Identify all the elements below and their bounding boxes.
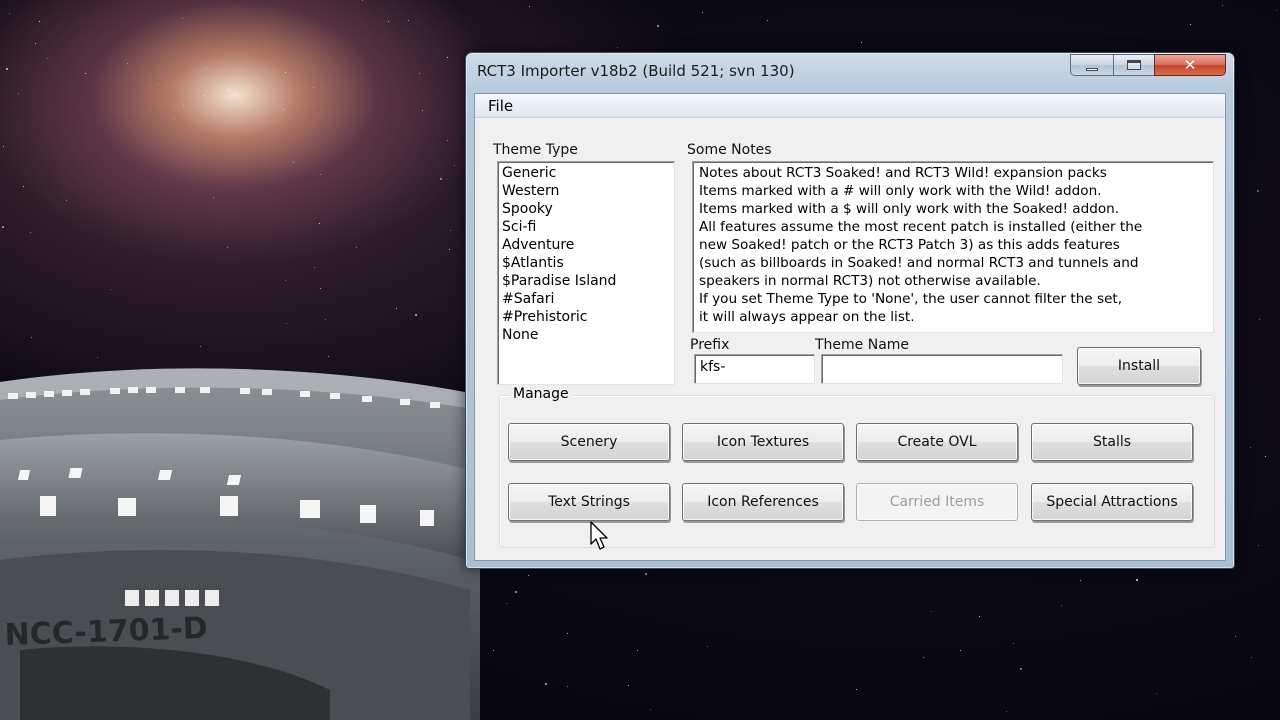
notes-line: new Soaked! patch or the RCT3 Patch 3) a… [699, 237, 1120, 253]
stalls-button[interactable]: Stalls [1031, 423, 1193, 461]
theme-type-item[interactable]: Generic [502, 164, 670, 182]
hull-registry-text: NCC-1701-D [4, 611, 208, 653]
notes-line: All features assume the most recent patc… [699, 219, 1143, 235]
text-strings-button[interactable]: Text Strings [508, 483, 670, 521]
theme-type-item[interactable]: Western [502, 182, 670, 200]
title-bar[interactable]: RCT3 Importer v18b2 (Build 521; svn 130)… [466, 53, 1234, 89]
scenery-button[interactable]: Scenery [508, 423, 670, 461]
carried-items-button[interactable]: Carried Items [856, 483, 1018, 521]
window-client-area: File Theme Type Generic Western Spooky Sci-… [474, 93, 1226, 561]
create-ovl-button[interactable]: Create OVL [856, 423, 1018, 461]
theme-type-item[interactable]: None [502, 326, 670, 344]
close-icon: ✕ [1183, 56, 1197, 74]
notes-line: If you set Theme Type to 'None', the use… [699, 291, 1123, 307]
theme-name-label: Theme Name [815, 337, 910, 353]
close-button[interactable]: ✕ [1154, 54, 1226, 76]
install-button[interactable]: Install [1077, 347, 1201, 385]
minimize-button[interactable] [1070, 54, 1114, 76]
window-title: RCT3 Importer v18b2 (Build 521; svn 130) [477, 62, 795, 80]
notes-line: speakers in normal RCT3) not otherwise a… [699, 273, 1041, 289]
theme-type-label: Theme Type [493, 142, 578, 158]
theme-type-item[interactable]: $Atlantis [502, 254, 670, 272]
maximize-icon [1127, 60, 1141, 70]
theme-type-item[interactable]: Spooky [502, 200, 670, 218]
theme-type-item[interactable]: $Paradise Island [502, 272, 670, 290]
theme-type-list[interactable]: Generic Western Spooky Sci-fi Adventure $Atla… [497, 161, 675, 385]
prefix-label: Prefix [690, 337, 730, 353]
notes-line: Items marked with a # will only work wit… [699, 183, 1102, 199]
special-attractions-button[interactable]: Special Attractions [1031, 483, 1193, 521]
manage-group-label: Manage [510, 386, 572, 402]
icon-textures-button[interactable]: Icon Textures [682, 423, 844, 461]
notes-line: Notes about RCT3 Soaked! and RCT3 Wild! … [699, 165, 1107, 181]
mouse-pointer-icon [590, 521, 608, 550]
theme-type-item[interactable]: Adventure [502, 236, 670, 254]
theme-name-input[interactable] [821, 354, 1063, 384]
icon-references-button[interactable]: Icon References [682, 483, 844, 521]
theme-type-item[interactable]: #Safari [502, 290, 670, 308]
importer-window: RCT3 Importer v18b2 (Build 521; svn 130)… [465, 52, 1235, 569]
notes-line: Items marked with a $ will only work wit… [699, 201, 1120, 217]
theme-type-item[interactable]: Sci-fi [502, 218, 670, 236]
minimize-icon [1086, 67, 1098, 71]
notes-line: (such as billboards in Soaked! and norma… [699, 255, 1139, 271]
some-notes-label: Some Notes [687, 142, 772, 158]
theme-type-item[interactable]: #Prehistoric [502, 308, 670, 326]
menu-bar: File [475, 94, 1225, 118]
menu-file[interactable]: File [486, 97, 515, 115]
notes-textbox[interactable]: Notes about RCT3 Soaked! and RCT3 Wild! … [692, 161, 1214, 333]
maximize-button[interactable] [1113, 54, 1155, 76]
prefix-input[interactable]: kfs- [694, 354, 815, 384]
notes-line: it will always appear on the list. [699, 309, 915, 325]
